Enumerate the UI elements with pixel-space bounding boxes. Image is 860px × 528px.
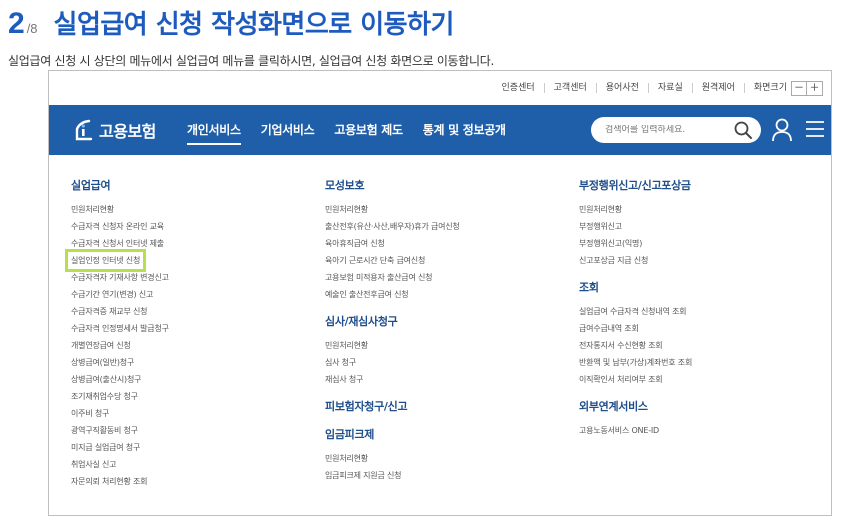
- menu-link[interactable]: 육아휴직급여 신청: [325, 235, 460, 252]
- menu-link[interactable]: 반환액 및 납부(가상)계좌번호 조회: [579, 354, 692, 371]
- step-total: /8: [26, 21, 38, 36]
- menu-link[interactable]: 이주비 청구: [71, 405, 169, 422]
- menu-insurance-system[interactable]: 고용보험 제도: [334, 105, 403, 155]
- menu-link[interactable]: 임금피크제 지원금 신청: [325, 467, 460, 484]
- menu-link[interactable]: 수급자격 인정명세서 발급청구: [71, 320, 169, 337]
- menu-link[interactable]: 수급자격증 재교부 신청: [71, 303, 169, 320]
- menu-link[interactable]: 실업급여 수급자격 신청내역 조회: [579, 303, 692, 320]
- menu-link[interactable]: 민원처리현황: [325, 201, 460, 218]
- menu-link[interactable]: 민원처리현황: [71, 201, 169, 218]
- font-increase-button[interactable]: ＋: [807, 80, 823, 96]
- menu-link[interactable]: 수급자격 신청자 온라인 교육: [71, 218, 169, 235]
- step-header: 2 /8 실업급여 신청 작성화면으로 이동하기: [8, 4, 454, 44]
- menu-link[interactable]: 육아기 근로시간 단축 급여신청: [325, 252, 460, 269]
- menu-link[interactable]: 신고포상금 지급 신청: [579, 252, 692, 269]
- logo-text: 고용보험: [99, 122, 156, 141]
- search-icon[interactable]: [733, 120, 753, 140]
- section-title-appeal[interactable]: 심사/재심사청구: [325, 313, 460, 331]
- site-logo[interactable]: 고용보험: [71, 118, 183, 142]
- font-size-label: 화면크기: [743, 83, 791, 93]
- menu-link[interactable]: 급여수급내역 조회: [579, 320, 692, 337]
- section-title-insured-claim[interactable]: 피보험자청구/신고: [325, 398, 460, 416]
- search-box: [591, 117, 761, 143]
- hamburger-menu-icon[interactable]: [805, 120, 825, 138]
- menu-business-service[interactable]: 기업서비스: [261, 105, 315, 155]
- menu-link[interactable]: 부정행위신고(익명): [579, 235, 692, 252]
- section-title-fraud-report[interactable]: 부정행위신고/신고포상금: [579, 177, 692, 195]
- menu-link[interactable]: 취업사실 신고: [71, 456, 169, 473]
- menu-link-unemployment-recognition-online[interactable]: 실업인정 인터넷 신청: [64, 249, 147, 272]
- menu-link[interactable]: 수급자격 신청서 인터넷 제출: [71, 235, 169, 252]
- gnb-menu: 개인서비스 기업서비스 고용보험 제도 통계 및 정보공개: [187, 105, 526, 155]
- util-link-glossary[interactable]: 용어사전: [595, 83, 648, 93]
- menu-link[interactable]: 민원처리현황: [325, 450, 460, 467]
- menu-link[interactable]: 출산전후(유산·사산,배우자)휴가 급여신청: [325, 218, 460, 235]
- menu-link[interactable]: 상병급여(출산시)청구: [71, 371, 169, 388]
- section-title-maternity[interactable]: 모성보호: [325, 177, 460, 195]
- menu-column-unemployment: 실업급여 민원처리현황 수급자격 신청자 온라인 교육 수급자격 신청서 인터넷…: [64, 177, 169, 490]
- menu-link[interactable]: 고용노동서비스 ONE-ID: [579, 422, 692, 439]
- menu-link[interactable]: 자문의뢰 처리현황 조회: [71, 473, 169, 490]
- util-link-remote-control[interactable]: 원격제어: [691, 83, 744, 93]
- section-title-unemployment-benefit[interactable]: 실업급여: [71, 177, 169, 195]
- menu-link[interactable]: 수급자격자 기재사항 변경신고: [71, 269, 169, 286]
- utility-bar: 인증센터 고객센터 용어사전 자료실 원격제어 화면크기 － ＋: [493, 71, 831, 105]
- menu-link[interactable]: 민원처리현황: [325, 337, 460, 354]
- menu-link[interactable]: 광역구직활동비 청구: [71, 422, 169, 439]
- menu-link[interactable]: 이직확인서 처리여부 조회: [579, 371, 692, 388]
- search-input[interactable]: [605, 125, 725, 135]
- menu-link[interactable]: 부정행위신고: [579, 218, 692, 235]
- step-description: 실업급여 신청 시 상단의 메뉴에서 실업급여 메뉴를 클릭하시면, 실업급여 …: [8, 54, 495, 68]
- step-title: 실업급여 신청 작성화면으로 이동하기: [53, 10, 455, 40]
- util-link-customer-center[interactable]: 고객센터: [543, 83, 596, 93]
- site-screenshot-frame: 인증센터 고객센터 용어사전 자료실 원격제어 화면크기 － ＋ 고용보험 개인…: [48, 70, 832, 516]
- menu-column-maternity: 모성보호 민원처리현황 출산전후(유산·사산,배우자)휴가 급여신청 육아휴직급…: [325, 177, 460, 484]
- menu-link[interactable]: 미지급 실업급여 청구: [71, 439, 169, 456]
- util-link-auth-center[interactable]: 인증센터: [493, 83, 544, 93]
- menu-link[interactable]: 수급기간 연기(변경) 신고: [71, 286, 169, 303]
- util-link-archive[interactable]: 자료실: [647, 83, 692, 93]
- menu-link[interactable]: 전자통지서 수신현황 조회: [579, 337, 692, 354]
- menu-link[interactable]: 재심사 청구: [325, 371, 460, 388]
- menu-link[interactable]: 고용보험 미적용자 출산급여 신청: [325, 269, 460, 286]
- step-number: 2: [8, 7, 25, 40]
- main-nav: 고용보험 개인서비스 기업서비스 고용보험 제도 통계 및 정보공개: [49, 105, 831, 155]
- section-title-wage-peak[interactable]: 임금피크제: [325, 426, 460, 444]
- menu-column-report: 부정행위신고/신고포상금 민원처리현황 부정행위신고 부정행위신고(익명) 신고…: [579, 177, 692, 439]
- menu-statistics-info[interactable]: 통계 및 정보공개: [423, 105, 506, 155]
- menu-link[interactable]: 조기재취업수당 청구: [71, 388, 169, 405]
- menu-link[interactable]: 개별연장급여 신청: [71, 337, 169, 354]
- font-decrease-button[interactable]: －: [791, 80, 807, 96]
- section-title-external-service[interactable]: 외부연계서비스: [579, 398, 692, 416]
- menu-link[interactable]: 예술인 출산전후급여 신청: [325, 286, 460, 303]
- menu-link[interactable]: 민원처리현황: [579, 201, 692, 218]
- user-icon[interactable]: [771, 118, 793, 142]
- menu-link[interactable]: 상병급여(일반)청구: [71, 354, 169, 371]
- menu-link[interactable]: 심사 청구: [325, 354, 460, 371]
- logo-mark-icon: [75, 119, 93, 141]
- section-title-inquiry[interactable]: 조회: [579, 279, 692, 297]
- menu-personal-service[interactable]: 개인서비스: [187, 105, 241, 155]
